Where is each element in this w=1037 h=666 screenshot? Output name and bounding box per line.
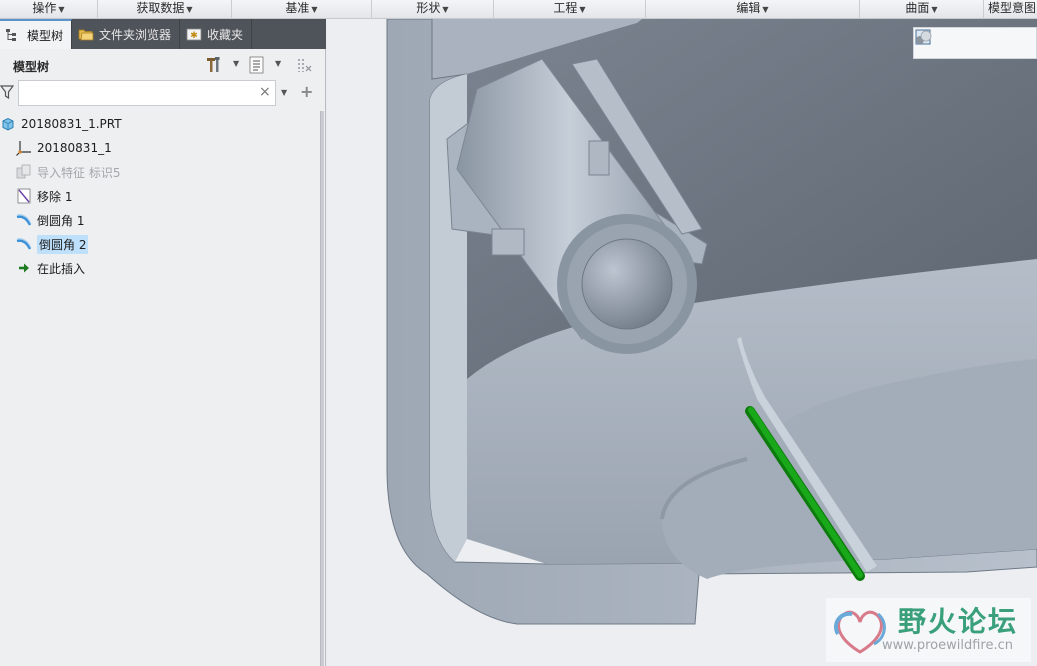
favorites-icon: ✱ [186, 28, 202, 41]
list-icon [249, 56, 264, 74]
navigator-tabs: 模型树 文件夹浏览器 ✱ 收藏夹 [0, 19, 326, 49]
ribbon-group-engineering[interactable]: 工程 ▼ [494, 0, 646, 19]
ribbon-group-get-data[interactable]: 获取数据 ▼ [98, 0, 232, 19]
forum-watermark: 野火论坛 www.proewildfire.cn [826, 598, 1031, 662]
svg-text:✱: ✱ [190, 31, 198, 41]
ribbon-group-surfaces[interactable]: 曲面 ▼ [860, 0, 984, 19]
chevron-down-icon[interactable]: ▼ [281, 88, 287, 97]
chevron-down-icon: ▼ [311, 5, 318, 14]
round-icon [16, 236, 32, 252]
model-tree-title: 模型树 [13, 60, 50, 74]
coordinate-system-icon [16, 140, 32, 156]
add-icon[interactable]: + [300, 82, 313, 101]
watermark-url: www.proewildfire.cn [882, 638, 1013, 653]
ribbon-group-datum[interactable]: 基准 ▼ [232, 0, 372, 19]
part-icon [0, 116, 16, 132]
navigator-panel: 模型树 文件夹浏览器 ✱ 收藏夹 模型树 ▼ ▼ × ▼ + 20180831_… [0, 19, 326, 666]
import-feature-icon [16, 164, 32, 180]
tree-item-remove[interactable]: 移除 1 [16, 186, 72, 206]
zoom-in-button[interactable] [915, 29, 964, 54]
tree-item-import-feature[interactable]: 导入特征 标识5 [16, 162, 120, 182]
tree-item-insert-here[interactable]: 在此插入 [16, 258, 85, 278]
part-model-render[interactable] [327, 19, 1037, 666]
remove-icon [16, 188, 32, 204]
display-style-button[interactable] [916, 30, 1036, 54]
tube-hole [581, 238, 673, 330]
tab-model-tree[interactable]: 模型树 [0, 19, 73, 49]
tab-folder-browser[interactable]: 文件夹浏览器 [72, 19, 181, 49]
view-toolbar [913, 27, 1037, 59]
graphics-viewport[interactable] [327, 19, 1037, 666]
forum-logo-icon [833, 610, 886, 654]
clear-icon[interactable]: × [259, 84, 271, 100]
ribbon-group-shapes[interactable]: 形状 ▼ [372, 0, 494, 19]
model-tree-header: 模型树 ▼ ▼ [0, 52, 320, 78]
filter-icon[interactable] [0, 84, 14, 100]
ribbon-group-model-intent[interactable]: 模型意图 [984, 0, 1037, 19]
tree-item-round-1[interactable]: 倒圆角 1 [16, 210, 84, 230]
tab-feature [588, 140, 610, 176]
chevron-down-icon: ▼ [442, 5, 449, 14]
model-tree-icon [6, 29, 16, 41]
tree-item-round-2[interactable]: 倒圆角 2 [16, 234, 89, 254]
chevron-down-icon: ▼ [579, 5, 586, 14]
ribbon-group-bar: 操作 ▼ 获取数据 ▼ 基准 ▼ 形状 ▼ 工程 ▼ 编辑 ▼ 曲面 ▼ 模型意图 [0, 0, 1037, 19]
grip-icon [298, 59, 312, 72]
zoom-out-button[interactable] [915, 29, 988, 54]
chevron-down-icon: ▼ [762, 5, 769, 14]
chevron-down-icon: ▼ [58, 5, 65, 14]
tree-settings-button[interactable] [204, 55, 224, 75]
chevron-down-icon: ▼ [186, 5, 193, 14]
round-icon [16, 212, 32, 228]
chevron-down-icon[interactable]: ▼ [233, 59, 239, 68]
tree-item-part[interactable]: 20180831_1.PRT [0, 114, 122, 134]
tree-search-input[interactable] [18, 80, 276, 106]
panel-options-button[interactable] [295, 55, 315, 75]
ribbon-group-operations[interactable]: 操作 ▼ [0, 0, 98, 19]
ribbon-group-editing[interactable]: 编辑 ▼ [646, 0, 860, 19]
selected-label: 倒圆角 2 [37, 234, 89, 254]
chevron-down-icon[interactable]: ▼ [275, 59, 281, 68]
tab-feature [491, 228, 525, 256]
tab-favorites[interactable]: ✱ 收藏夹 [180, 19, 253, 49]
chevron-down-icon: ▼ [931, 5, 938, 14]
filter-row: × ▼ + [0, 80, 320, 106]
tree-item-csys[interactable]: 20180831_1 [16, 138, 112, 158]
repaint-button[interactable] [915, 29, 1012, 54]
panel-splitter[interactable] [320, 111, 324, 666]
tools-icon [207, 57, 220, 72]
watermark-title: 野火论坛 [898, 605, 1019, 638]
display-style-icon [916, 30, 932, 44]
insert-here-arrow-icon [16, 260, 32, 276]
folder-browser-icon [78, 29, 94, 41]
tree-show-button[interactable] [247, 55, 267, 75]
